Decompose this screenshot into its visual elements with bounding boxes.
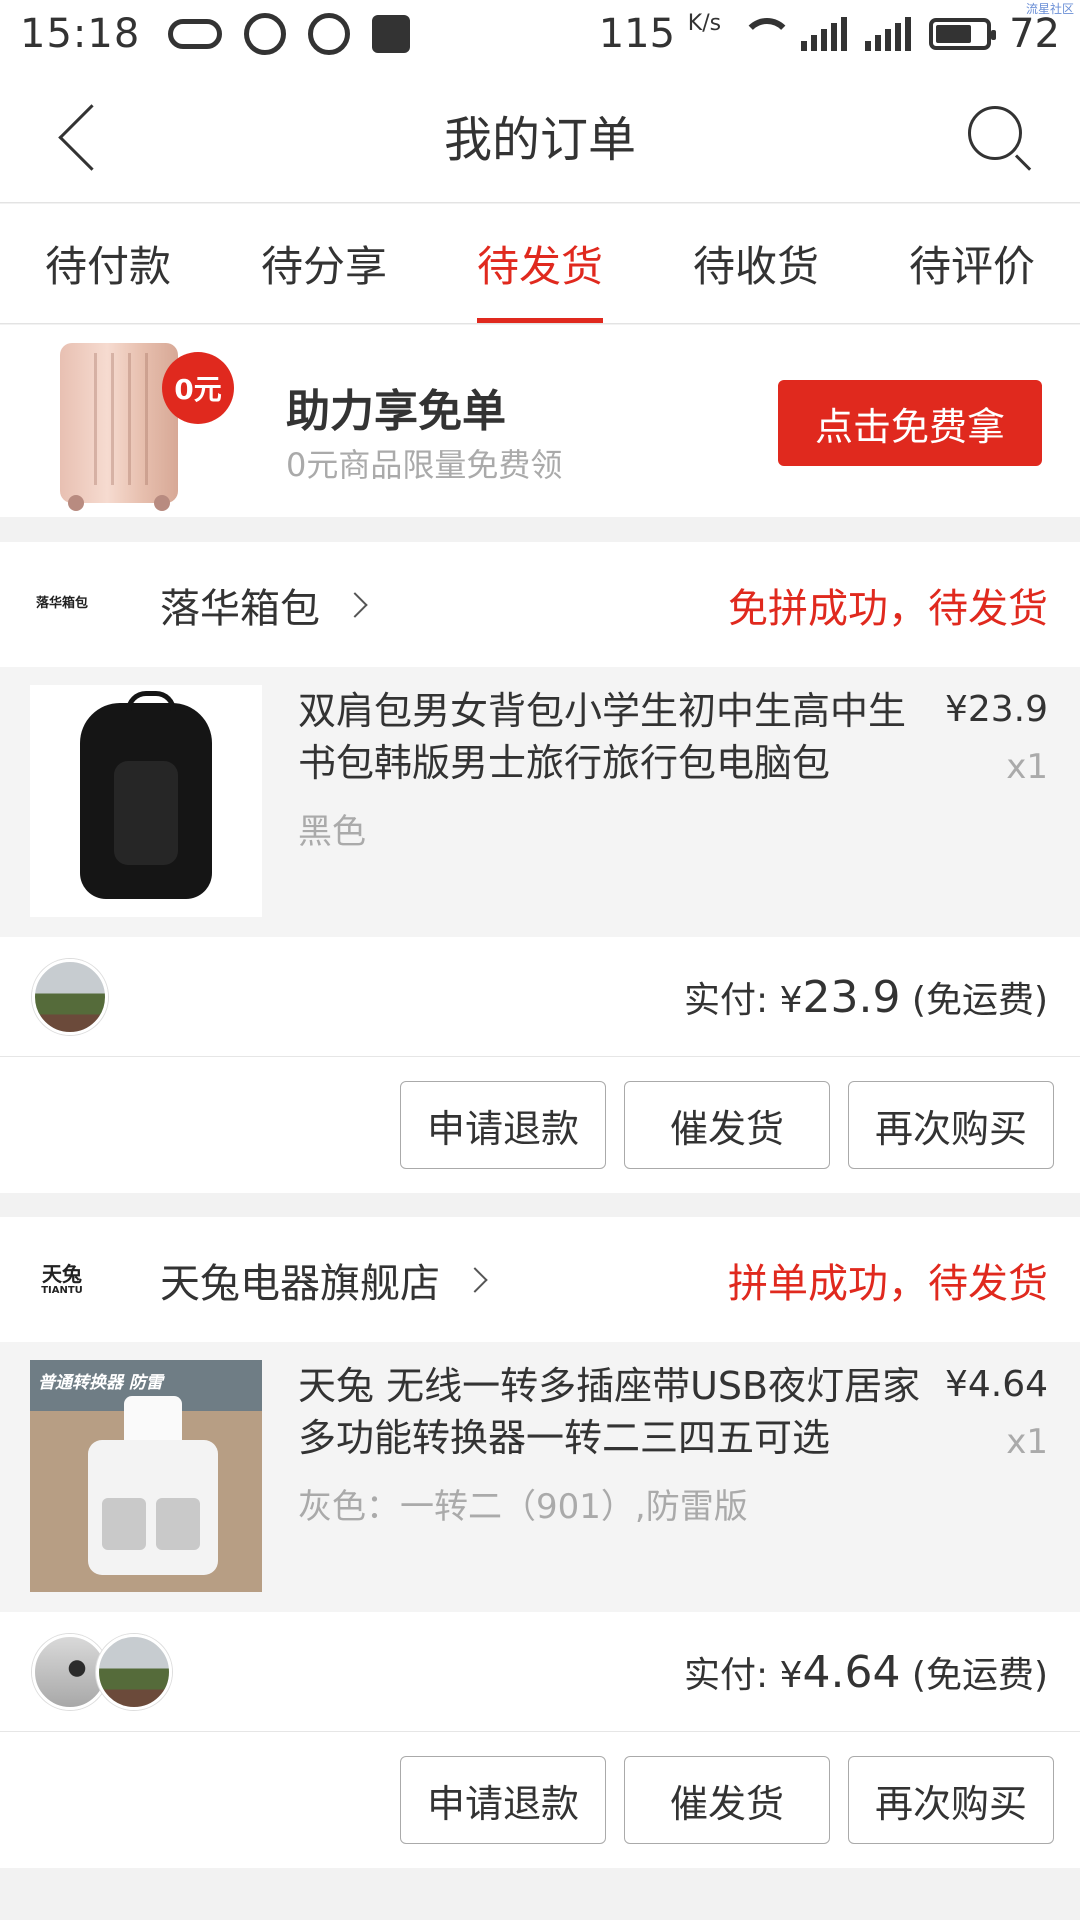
refund-button[interactable]: 申请退款 [400,1756,606,1844]
nav-header: 我的订单 [0,68,1080,203]
tab-pending-shipment[interactable]: 待发货 [432,204,648,323]
tab-pending-payment[interactable]: 待付款 [0,204,216,323]
product-title: 双肩包男女背包小学生初中生高中生书包韩版男士旅行旅行包电脑包 [298,689,907,785]
payment-total: 实付: ¥4.64 (免运费) [684,1646,1048,1698]
hotspot-icon [372,15,411,53]
battery-icon [929,18,997,50]
free-claim-button[interactable]: 点击免费拿 [778,380,1042,466]
avatar [96,1633,172,1710]
payment-total: 实付: ¥23.9 (免运费) [684,971,1048,1023]
buy-again-button[interactable]: 再次购买 [848,1081,1054,1169]
shop-logo: 落华箱包 [35,596,88,612]
group-avatars [32,958,108,1035]
tab-pending-receipt[interactable]: 待收货 [648,204,864,323]
order-card: 落华箱包 落华箱包 免拼成功，待发货 双肩包男女背包小学生初中生高中生书包韩版男… [0,542,1080,1193]
buy-again-button[interactable]: 再次购买 [848,1756,1054,1844]
search-button[interactable] [966,104,1036,174]
promo-badge: 0元 [162,352,234,424]
shop-logo: 天兔 TIANTU [41,1262,83,1296]
product-quantity: x1 [1006,747,1048,787]
group-avatars [32,1633,172,1710]
order-status: 拼单成功，待发货 [728,1260,1048,1307]
shop-name[interactable]: 落华箱包 [160,576,320,634]
order-actions: 申请退款 催发货 再次购买 [0,1057,1080,1193]
suitcase-image [60,343,178,511]
payment-row: 实付: ¥4.64 (免运费) [0,1612,1080,1732]
product-price: ¥4.64 [944,1364,1048,1405]
promo-banner[interactable]: 0元 助力享免单 0元商品限量免费领 点击免费拿 [0,325,1080,517]
signal-icon [801,17,848,51]
signal-icon-2 [865,17,912,51]
product-title: 天兔 无线一转多插座带USB夜灯居家多功能转换器一转二三四五可选 [298,1364,921,1460]
product-image [30,685,262,917]
order-tabs: 待付款 待分享 待发货 待收货 待评价 [0,204,1080,324]
back-button[interactable] [50,100,110,172]
backpack-image [80,691,212,899]
product-spec: 灰色：一转二（901）,防雷版 [298,1487,748,1527]
avatar [32,958,108,1035]
order-status: 免拼成功，待发货 [728,585,1048,632]
order-card: 天兔 TIANTU 天兔电器旗舰店 拼单成功，待发货 普通转换器 防雷 天兔 无… [0,1217,1080,1868]
status-bar: 15:18 115 K/s 72 流星社区 [0,0,1080,68]
promo-title: 助力享免单 [286,386,506,437]
page-title: 我的订单 [443,112,636,168]
network-speed: 115 K/s [598,11,722,57]
product-spec: 黑色 [298,812,366,852]
order-item[interactable]: 双肩包男女背包小学生初中生高中生书包韩版男士旅行旅行包电脑包 黑色 ¥23.9 … [0,667,1080,937]
order-actions: 申请退款 催发货 再次购买 [0,1732,1080,1868]
product-image-label: 普通转换器 防雷 [38,1373,163,1393]
status-icons [168,13,411,55]
chevron-right-icon [462,1266,488,1293]
watermark: 流星社区 [1025,2,1074,16]
urge-shipment-button[interactable]: 催发货 [624,1081,830,1169]
chevron-right-icon [342,591,368,618]
battery-level: 72 [1009,11,1060,57]
order-header[interactable]: 天兔 TIANTU 天兔电器旗舰店 拼单成功，待发货 [0,1217,1080,1342]
promo-subtitle: 0元商品限量免费领 [286,446,563,484]
shop-name[interactable]: 天兔电器旗舰店 [160,1251,440,1309]
wifi-icon [739,14,794,54]
product-quantity: x1 [1006,1422,1048,1462]
payment-row: 实付: ¥23.9 (免运费) [0,937,1080,1057]
search-icon [968,106,1022,160]
product-image: 普通转换器 防雷 [30,1360,262,1592]
refund-button[interactable]: 申请退款 [400,1081,606,1169]
order-header[interactable]: 落华箱包 落华箱包 免拼成功，待发货 [0,542,1080,667]
aperture-icon [244,13,287,55]
tab-pending-review[interactable]: 待评价 [864,204,1080,323]
urge-shipment-button[interactable]: 催发货 [624,1756,830,1844]
order-item[interactable]: 普通转换器 防雷 天兔 无线一转多插座带USB夜灯居家多功能转换器一转二三四五可… [0,1342,1080,1612]
tab-pending-share[interactable]: 待分享 [216,204,432,323]
infinity-icon [168,19,223,49]
app-notification-icon [308,13,351,55]
status-time: 15:18 [20,11,141,57]
product-price: ¥23.9 [944,689,1048,730]
